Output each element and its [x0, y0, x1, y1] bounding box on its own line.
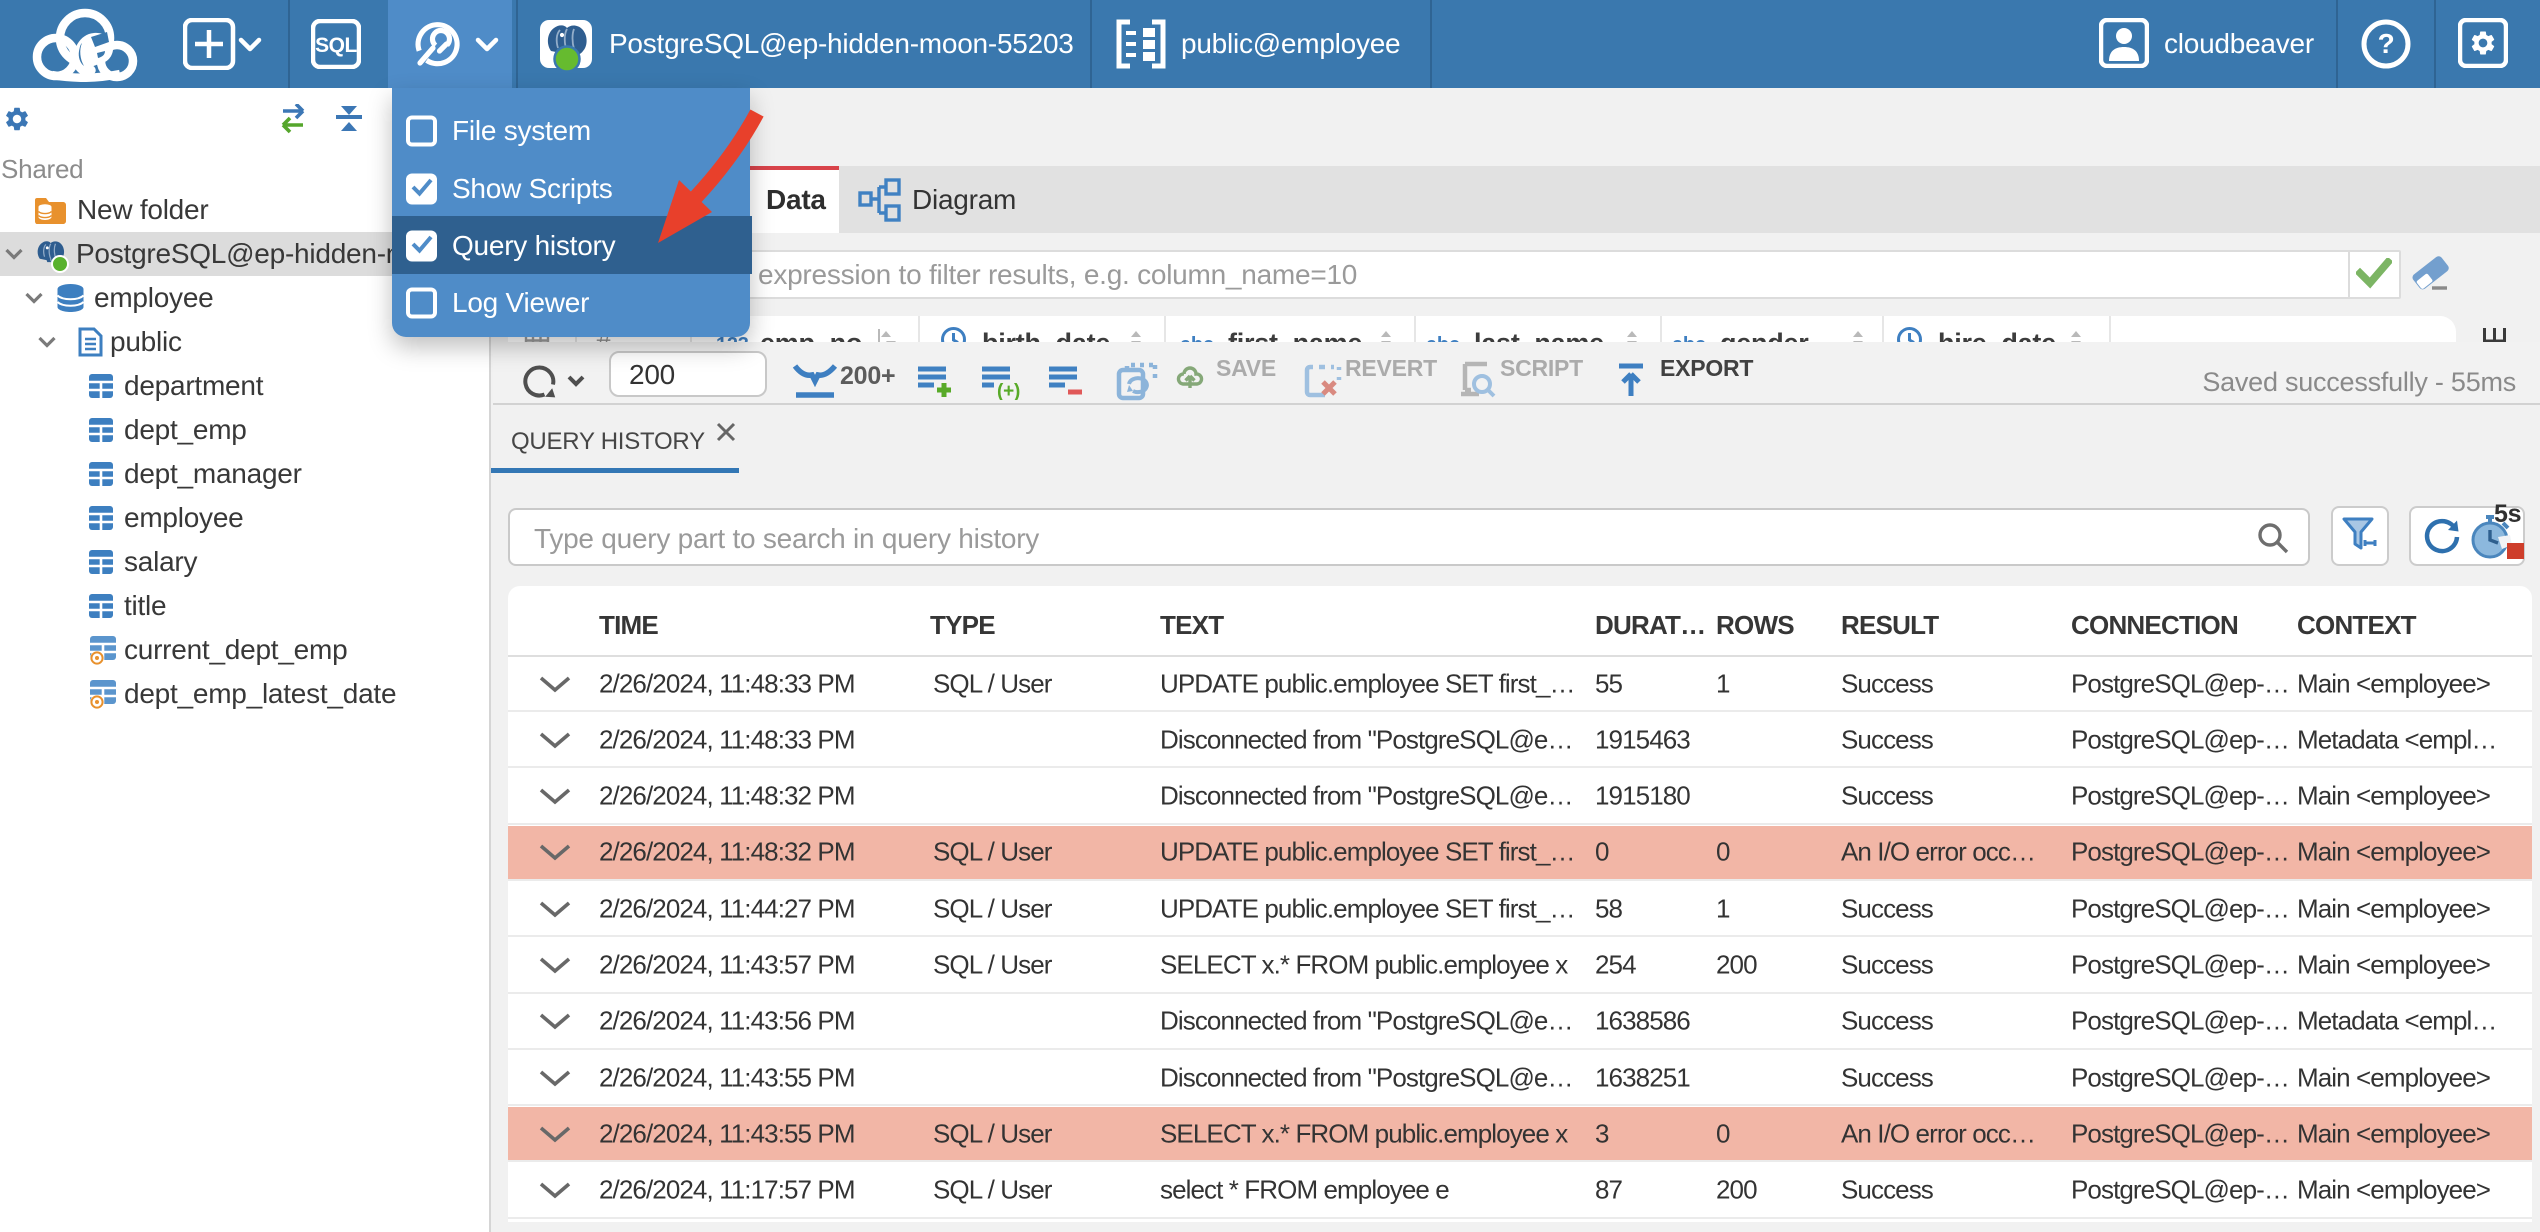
svg-text:(+): (+)	[997, 381, 1020, 400]
svg-text:?: ?	[2378, 28, 2395, 59]
svg-text:SQL: SQL	[315, 34, 357, 57]
